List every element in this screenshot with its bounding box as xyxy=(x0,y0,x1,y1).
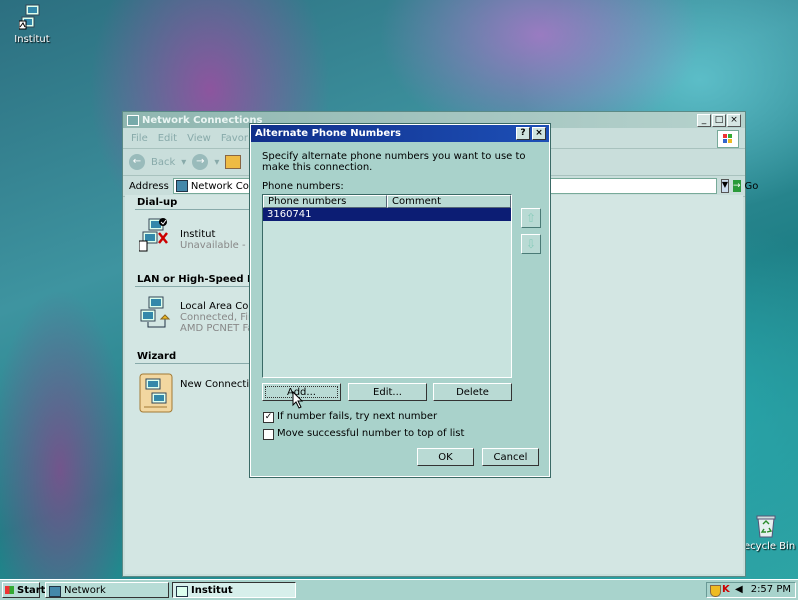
dialog-title: Alternate Phone Numbers xyxy=(255,128,402,139)
help-button[interactable]: ? xyxy=(516,127,530,140)
mouse-pointer-icon xyxy=(292,391,304,409)
column-comment[interactable]: Comment xyxy=(387,195,511,208)
window-title: Network Connections xyxy=(142,114,263,126)
up-folder-icon[interactable] xyxy=(225,155,242,169)
instruction-text: Specify alternate phone numbers you want… xyxy=(262,151,526,173)
ok-button[interactable]: OK xyxy=(417,448,474,466)
security-shield-icon[interactable] xyxy=(710,585,721,597)
group-header-dialup: Dial-up xyxy=(137,197,178,208)
desktop-icon-recycle-bin[interactable]: ecycle Bin xyxy=(744,514,796,552)
edit-button[interactable]: Edit... xyxy=(348,383,427,401)
column-phone-numbers[interactable]: Phone numbers xyxy=(263,195,387,208)
go-button[interactable]: Go xyxy=(745,181,759,192)
task-label: Network Connections xyxy=(64,585,106,596)
system-tray: K ◀ 2:57 PM xyxy=(706,582,796,598)
windows-logo-icon xyxy=(5,586,14,594)
new-connection-wizard-icon[interactable] xyxy=(139,373,173,413)
back-button-label[interactable]: Back xyxy=(151,157,175,168)
windows-logo-icon xyxy=(717,130,739,148)
desktop-icon-institut[interactable]: Institut xyxy=(14,3,50,45)
taskbar: Start Network Connections Institut Prope… xyxy=(0,579,798,600)
group-divider xyxy=(135,209,253,210)
connection-name-institut[interactable]: Institut xyxy=(180,229,215,240)
desktop: Institut ecycle Bin Network Connections … xyxy=(0,0,798,600)
close-button[interactable]: × xyxy=(727,114,741,127)
group-divider xyxy=(135,286,253,287)
address-label: Address xyxy=(129,180,169,192)
list-header: Phone numbers Comment xyxy=(263,195,511,208)
clock: 2:57 PM xyxy=(750,584,791,595)
dialog-titlebar[interactable]: Alternate Phone Numbers xyxy=(251,125,549,142)
window-controls: _ □ × xyxy=(697,114,741,127)
task-label: Institut Properties xyxy=(191,585,233,596)
cancel-button[interactable]: Cancel xyxy=(482,448,539,466)
menu-edit[interactable]: Edit xyxy=(158,133,177,144)
arrow-down-icon: ⇩ xyxy=(525,237,537,251)
chevron-down-icon[interactable]: ▾ xyxy=(214,157,219,168)
dialup-connection-icon[interactable] xyxy=(139,217,171,253)
lan-connection-icon[interactable] xyxy=(139,295,171,331)
dialog-controls: ? × xyxy=(516,127,546,140)
maximize-button[interactable]: □ xyxy=(712,114,726,127)
taskbar-item-network-connections[interactable]: Network Connections xyxy=(45,582,169,598)
network-connections-icon xyxy=(49,586,61,597)
delete-button[interactable]: Delete xyxy=(433,383,512,401)
dialup-connection-icon xyxy=(18,4,40,30)
move-down-button[interactable]: ⇩ xyxy=(521,234,541,254)
move-to-top-checkbox[interactable] xyxy=(263,429,274,440)
group-header-wizard: Wizard xyxy=(137,351,177,362)
network-connections-icon xyxy=(127,114,139,126)
desktop-icon-label: ecycle Bin xyxy=(744,541,796,552)
desktop-icon-label: Institut xyxy=(14,34,50,45)
go-arrow-icon[interactable]: → xyxy=(732,180,741,192)
phone-number-cell: 3160741 xyxy=(267,209,312,220)
taskbar-item-institut-properties[interactable]: Institut Properties xyxy=(172,582,296,598)
menu-view[interactable]: View xyxy=(187,133,211,144)
move-to-top-label[interactable]: Move successful number to top of list xyxy=(277,428,464,439)
alternate-phone-numbers-dialog: Alternate Phone Numbers ? × Specify alte… xyxy=(249,123,551,478)
arrow-up-icon: ⇧ xyxy=(525,211,537,225)
antivirus-icon[interactable]: K xyxy=(722,584,730,595)
network-connections-icon xyxy=(175,180,188,192)
speaker-icon[interactable]: ◀ xyxy=(735,584,743,595)
back-icon[interactable]: ← xyxy=(129,154,145,170)
properties-icon xyxy=(176,586,188,597)
table-row[interactable]: 3160741 xyxy=(263,208,511,221)
dialog-close-button[interactable]: × xyxy=(532,127,546,140)
recycle-bin-icon xyxy=(756,515,776,538)
forward-icon[interactable]: → xyxy=(192,154,209,170)
try-next-number-label[interactable]: If number fails, try next number xyxy=(277,411,437,422)
start-button[interactable]: Start xyxy=(2,582,45,598)
chevron-down-icon[interactable]: ▾ xyxy=(181,157,186,168)
phone-numbers-label: Phone numbers: xyxy=(262,181,344,192)
minimize-button[interactable]: _ xyxy=(697,114,711,127)
address-dropdown-button[interactable]: ▼ xyxy=(720,179,729,193)
try-next-number-checkbox[interactable]: ✓ xyxy=(263,412,274,423)
phone-numbers-list[interactable]: Phone numbers Comment 3160741 xyxy=(262,194,512,378)
menu-file[interactable]: File xyxy=(131,133,148,144)
comment-cell xyxy=(387,208,511,221)
move-up-button[interactable]: ⇧ xyxy=(521,208,541,228)
start-label: Start xyxy=(17,585,46,596)
group-divider xyxy=(135,363,253,364)
